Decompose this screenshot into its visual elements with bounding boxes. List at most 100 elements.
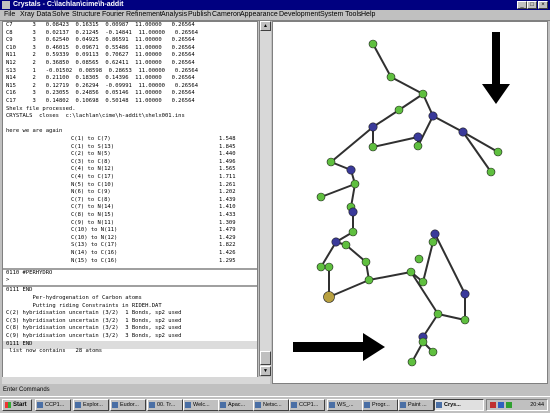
app-icon bbox=[329, 402, 335, 408]
menu-publish[interactable]: Publish bbox=[188, 10, 211, 20]
menu-refinement[interactable]: Refinement bbox=[126, 10, 162, 20]
taskbar-button[interactable]: CCP1... bbox=[289, 399, 325, 411]
menu-file[interactable]: File bbox=[4, 10, 15, 20]
carbon-atom bbox=[324, 262, 334, 272]
nitrogen-atom bbox=[413, 132, 423, 142]
bond-distance: 1.410 bbox=[219, 204, 236, 211]
message-line: Shelx file processed. bbox=[6, 105, 76, 112]
bond-pair: N(5) to C(10) bbox=[71, 181, 115, 188]
taskbar-button-label: Welc... bbox=[193, 402, 210, 408]
tray-icon[interactable] bbox=[498, 402, 504, 408]
scroll-thumb[interactable] bbox=[260, 351, 271, 365]
atom-row: C16 3 0.23055 0.24856 0.05146 11.00000 0… bbox=[6, 90, 195, 97]
taskbar-button-label: WS_... bbox=[337, 402, 354, 408]
atom-row: C10 3 0.46015 0.09671 0.55486 11.00000 0… bbox=[6, 44, 195, 51]
app-icon bbox=[37, 402, 43, 408]
taskbar-button[interactable]: Paint ... bbox=[398, 399, 434, 411]
bond-distance: 1.433 bbox=[219, 212, 236, 218]
carbon-atom bbox=[460, 315, 470, 325]
molecule-svg bbox=[293, 32, 510, 367]
minimize-button[interactable]: _ bbox=[517, 1, 527, 9]
bond-distance: 1.548 bbox=[219, 136, 236, 142]
taskbar-button[interactable]: Explor... bbox=[73, 399, 109, 411]
start-button[interactable]: Start bbox=[2, 399, 32, 411]
taskbar-button[interactable]: Crys... bbox=[434, 399, 484, 411]
taskbar-button[interactable]: 00. Tr... bbox=[147, 399, 183, 411]
taskbar-button-label: Crys... bbox=[444, 402, 461, 408]
menu-solve[interactable]: Solve bbox=[52, 10, 70, 20]
tray-icon[interactable] bbox=[506, 402, 512, 408]
tray-icon[interactable] bbox=[490, 402, 496, 408]
menu-help[interactable]: Help bbox=[361, 10, 375, 20]
log-line: 0111 END bbox=[6, 340, 33, 347]
carbon-atom bbox=[394, 105, 404, 115]
taskbar-button[interactable]: WS_... bbox=[327, 399, 363, 411]
carbon-atom bbox=[364, 275, 374, 285]
menu-analysis[interactable]: Analysis bbox=[161, 10, 187, 20]
bond-distance: 1.202 bbox=[219, 189, 236, 196]
log-line: 0111 END bbox=[6, 287, 33, 294]
clock[interactable]: 20:44 bbox=[530, 400, 544, 410]
bond-distance: 1.309 bbox=[219, 219, 236, 226]
close-button[interactable]: × bbox=[538, 1, 548, 9]
bond-distance: 1.479 bbox=[219, 227, 236, 234]
maximize-button[interactable]: □ bbox=[527, 1, 537, 9]
bond-distance: 1.261 bbox=[219, 181, 236, 188]
log-line: list now contains 28 atoms bbox=[6, 348, 103, 355]
scroll-down-icon[interactable]: ▼ bbox=[260, 366, 271, 376]
bond-line bbox=[320, 183, 356, 198]
bond-line bbox=[330, 126, 374, 163]
carbon-atom bbox=[418, 277, 428, 287]
bond-pair: C(2) to N(5) bbox=[71, 151, 111, 158]
taskbar-button-label: Eudor... bbox=[120, 402, 139, 408]
scroll-up-icon[interactable]: ▲ bbox=[260, 21, 271, 31]
atom-row: N14 2 0.21100 0.18305 0.14396 11.00000 0… bbox=[6, 75, 195, 82]
system-tray: 20:44 bbox=[486, 399, 548, 411]
menu-cameron[interactable]: Cameron bbox=[212, 10, 241, 20]
molecule-view[interactable] bbox=[272, 21, 548, 384]
carbon-atom bbox=[316, 192, 326, 202]
title-bar: Crystals - C:\lachlan\cime\h-addit _ □ × bbox=[0, 0, 550, 10]
menu-xray-data[interactable]: Xray Data bbox=[20, 10, 51, 20]
bond-line bbox=[422, 241, 434, 283]
log-line: 0110 #PERHYDRO bbox=[6, 269, 53, 276]
taskbar-button-label: Progr... bbox=[372, 402, 390, 408]
menu-appearance[interactable]: Appearance bbox=[240, 10, 278, 20]
carbon-atom bbox=[386, 72, 396, 82]
app-icon bbox=[364, 402, 370, 408]
output-vertical-scrollbar[interactable]: ▲ ▼ bbox=[259, 21, 271, 376]
carbon-atom bbox=[341, 240, 351, 250]
bond-layer bbox=[320, 43, 499, 363]
atom-row: C8 3 0.02137 0.21245 -0.14841 11.00000 0… bbox=[6, 29, 199, 36]
bond-distance: 1.429 bbox=[219, 234, 236, 241]
carbon-atom bbox=[428, 347, 438, 357]
carbon-atom bbox=[407, 357, 417, 367]
taskbar-button[interactable]: Eudor... bbox=[110, 399, 146, 411]
message-line: CRYSTALS closes c:\lachlan\cime\h-addit\… bbox=[6, 113, 185, 120]
taskbar-button[interactable]: Apac... bbox=[218, 399, 254, 411]
carbon-atom bbox=[368, 142, 378, 152]
taskbar-button[interactable]: CCP1... bbox=[35, 399, 71, 411]
output-horizontal-scrollbar[interactable] bbox=[2, 377, 270, 384]
bond-line bbox=[390, 76, 424, 95]
bond-line bbox=[432, 115, 464, 133]
carbon-atom bbox=[413, 141, 423, 151]
taskbar-button[interactable]: Netsc... bbox=[253, 399, 289, 411]
bond-pair: N(15) to C(16) bbox=[71, 257, 118, 264]
bond-line bbox=[368, 271, 412, 281]
sulfur-atom bbox=[323, 291, 335, 303]
menu-development[interactable]: Development bbox=[279, 10, 320, 20]
bond-line bbox=[372, 43, 392, 78]
taskbar-button[interactable]: Welc... bbox=[183, 399, 219, 411]
carbon-atom bbox=[348, 227, 358, 237]
app-icon bbox=[400, 402, 406, 408]
carbon-atom bbox=[486, 167, 496, 177]
menu-fourier[interactable]: Fourier bbox=[102, 10, 124, 20]
output-text-pane[interactable]: C7 3 0.08423 0.16315 0.00987 11.00000 0.… bbox=[2, 21, 258, 378]
menu-structure[interactable]: Structure bbox=[72, 10, 100, 20]
bond-pair: C(4) to N(12) bbox=[71, 166, 115, 173]
carbon-atom bbox=[414, 254, 424, 264]
menu-system-tools[interactable]: System Tools bbox=[320, 10, 362, 20]
taskbar-button[interactable]: Progr... bbox=[362, 399, 398, 411]
taskbar-button-label: Netsc... bbox=[263, 402, 282, 408]
